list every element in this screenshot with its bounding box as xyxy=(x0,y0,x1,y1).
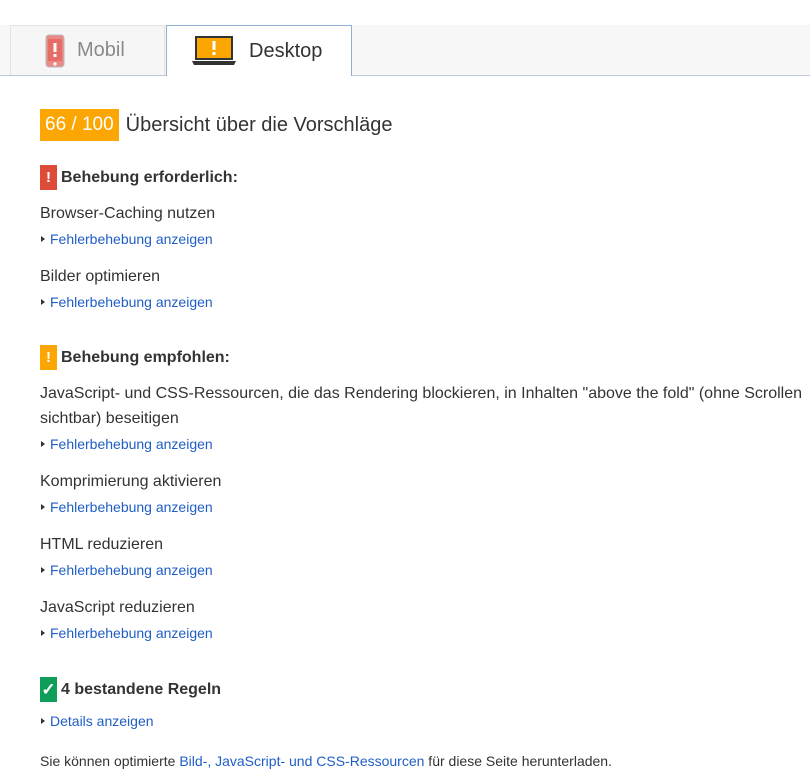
device-tabs: Mobil Desktop xyxy=(0,25,810,76)
show-fix-link[interactable]: Fehlerbehebung anzeigen xyxy=(41,625,213,641)
rule-title: HTML reduzieren xyxy=(40,536,164,553)
show-fix-label: Fehlerbehebung anzeigen xyxy=(50,625,213,641)
exclamation-icon: ! xyxy=(40,165,57,190)
required-fixes-heading: ! Behebung erforderlich: xyxy=(40,165,238,190)
download-resources-link[interactable]: Bild-, JavaScript- und CSS-Ressourcen xyxy=(179,753,424,769)
download-note-suffix: für diese Seite herunterladen. xyxy=(424,753,612,769)
rule-title: Bilder optimieren xyxy=(40,268,161,285)
triangle-right-icon xyxy=(41,718,45,724)
tab-desktop[interactable]: Desktop xyxy=(166,25,352,76)
tab-mobile-label: Mobil xyxy=(77,39,125,61)
triangle-right-icon xyxy=(41,299,45,305)
checkmark-icon: ✓ xyxy=(40,677,57,702)
score-summary: 66 / 100 Übersicht über die Vorschläge xyxy=(40,109,393,141)
download-note: Sie können optimierte Bild-, JavaScript-… xyxy=(40,753,612,769)
show-fix-label: Fehlerbehebung anzeigen xyxy=(50,562,213,578)
triangle-right-icon xyxy=(41,630,45,636)
recommended-fixes-heading: ! Behebung empfohlen: xyxy=(40,345,230,370)
passed-rules-heading: ✓ 4 bestandene Regeln xyxy=(40,677,221,702)
tab-desktop-label: Desktop xyxy=(249,39,323,62)
download-note-prefix: Sie können optimierte xyxy=(40,753,180,769)
phone-icon xyxy=(45,34,65,67)
triangle-right-icon xyxy=(41,567,45,573)
tab-mobile[interactable]: Mobil xyxy=(10,25,165,75)
passed-rules-title: 4 bestandene Regeln xyxy=(61,680,222,698)
show-fix-label: Fehlerbehebung anzeigen xyxy=(50,436,213,452)
show-details-link[interactable]: Details anzeigen xyxy=(41,713,154,729)
show-fix-label: Fehlerbehebung anzeigen xyxy=(50,499,213,515)
triangle-right-icon xyxy=(41,441,45,447)
rule-title: JavaScript reduzieren xyxy=(40,599,195,616)
show-details-label: Details anzeigen xyxy=(50,713,154,729)
page-title: Übersicht über die Vorschläge xyxy=(125,113,393,136)
show-fix-link[interactable]: Fehlerbehebung anzeigen xyxy=(41,294,213,310)
triangle-right-icon xyxy=(41,504,45,510)
show-fix-link[interactable]: Fehlerbehebung anzeigen xyxy=(41,231,213,247)
laptop-icon xyxy=(192,36,236,65)
show-fix-link[interactable]: Fehlerbehebung anzeigen xyxy=(41,499,213,515)
show-fix-link[interactable]: Fehlerbehebung anzeigen xyxy=(41,562,213,578)
show-fix-link[interactable]: Fehlerbehebung anzeigen xyxy=(41,436,213,452)
show-fix-label: Fehlerbehebung anzeigen xyxy=(50,231,213,247)
score-badge: 66 / 100 xyxy=(40,109,119,141)
show-fix-label: Fehlerbehebung anzeigen xyxy=(50,294,213,310)
rule-title: JavaScript- und CSS-Ressourcen, die das … xyxy=(40,385,803,427)
required-fixes-title: Behebung erforderlich: xyxy=(61,168,238,186)
rule-title: Komprimierung aktivieren xyxy=(40,473,222,490)
recommended-fixes-title: Behebung empfohlen: xyxy=(61,348,230,366)
triangle-right-icon xyxy=(41,236,45,242)
rule-title: Browser-Caching nutzen xyxy=(40,205,216,222)
exclamation-icon: ! xyxy=(40,345,57,370)
